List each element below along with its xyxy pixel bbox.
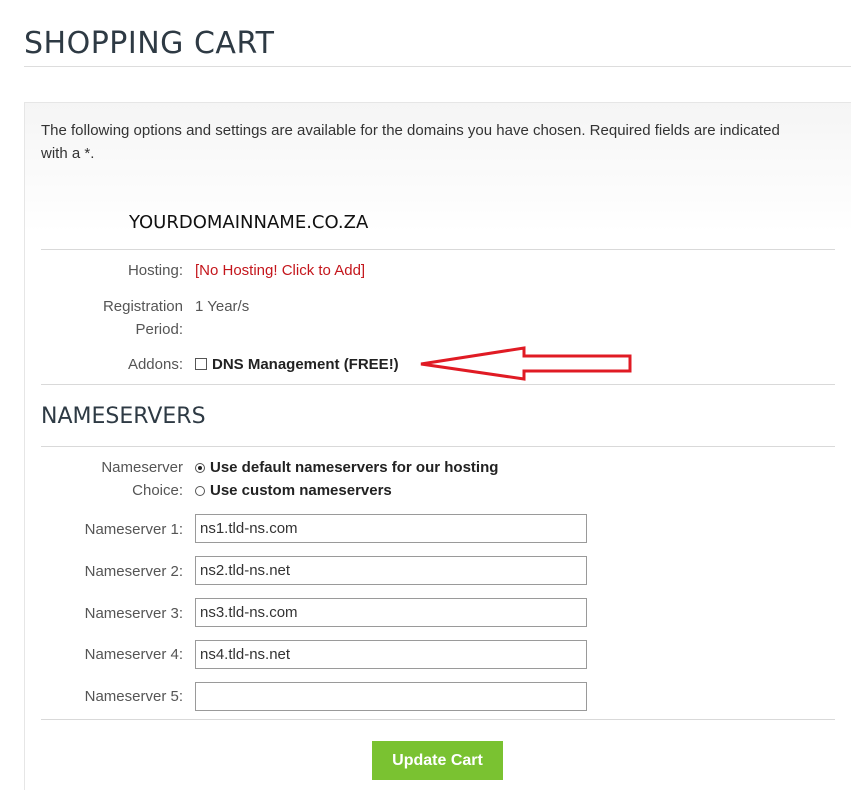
nameserver-5-input[interactable] (195, 682, 587, 711)
nameserver-3-label: Nameserver 3: (84, 605, 183, 622)
nameserver-5-label: Nameserver 5: (84, 688, 183, 705)
nameserver-4-label: Nameserver 4: (84, 646, 183, 663)
nameserver-2-input[interactable] (195, 556, 587, 585)
domain-name: YOURDOMAINNAME.CO.ZA (129, 212, 369, 233)
nameserver-choice-label-line1: Nameserver (101, 459, 183, 476)
divider (41, 249, 835, 250)
registration-period-label-line2: Period: (135, 321, 183, 338)
update-cart-button[interactable]: Update Cart (372, 741, 503, 780)
divider (41, 719, 835, 720)
nameserver-1-label: Nameserver 1: (84, 521, 183, 538)
nameservers-section-title: NAMESERVERS (41, 404, 206, 429)
nameserver-option-default[interactable]: Use default nameservers for our hosting (195, 456, 498, 479)
dns-management-label[interactable]: DNS Management (FREE!) (212, 356, 399, 373)
nameserver-choice-label: Nameserver Choice: (41, 456, 183, 502)
add-hosting-link[interactable]: [No Hosting! Click to Add] (195, 262, 365, 279)
custom-nameservers-label[interactable]: Use custom nameservers (210, 482, 392, 499)
page-title: SHOPPING CART (24, 26, 275, 61)
nameserver-option-custom[interactable]: Use custom nameservers (195, 479, 392, 502)
dns-management-checkbox[interactable] (195, 358, 207, 370)
registration-period-value: 1 Year/s (195, 298, 250, 315)
intro-text: The following options and settings are a… (41, 122, 780, 162)
registration-period-label-line1: Registration (102, 298, 183, 315)
annotation-arrow-icon (420, 346, 632, 381)
nameserver-2-label: Nameserver 2: (84, 563, 183, 580)
hosting-label: Hosting: (127, 262, 183, 279)
addons-label: Addons: (127, 356, 183, 373)
nameserver-4-input[interactable] (195, 640, 587, 669)
hosting-value: [No Hosting! Click to Add] (195, 259, 365, 282)
nameserver-3-input[interactable] (195, 598, 587, 627)
title-divider (24, 66, 851, 67)
default-nameservers-radio[interactable] (195, 463, 205, 473)
nameserver-choice-label-line2: Choice: (132, 482, 183, 499)
registration-period-label: Registration Period: (41, 295, 183, 341)
divider (41, 384, 835, 385)
addon-dns-row: DNS Management (FREE!) (195, 353, 399, 376)
nameserver-1-input[interactable] (195, 514, 587, 543)
custom-nameservers-radio[interactable] (195, 486, 205, 496)
default-nameservers-label[interactable]: Use default nameservers for our hosting (210, 459, 498, 476)
divider (41, 446, 835, 447)
